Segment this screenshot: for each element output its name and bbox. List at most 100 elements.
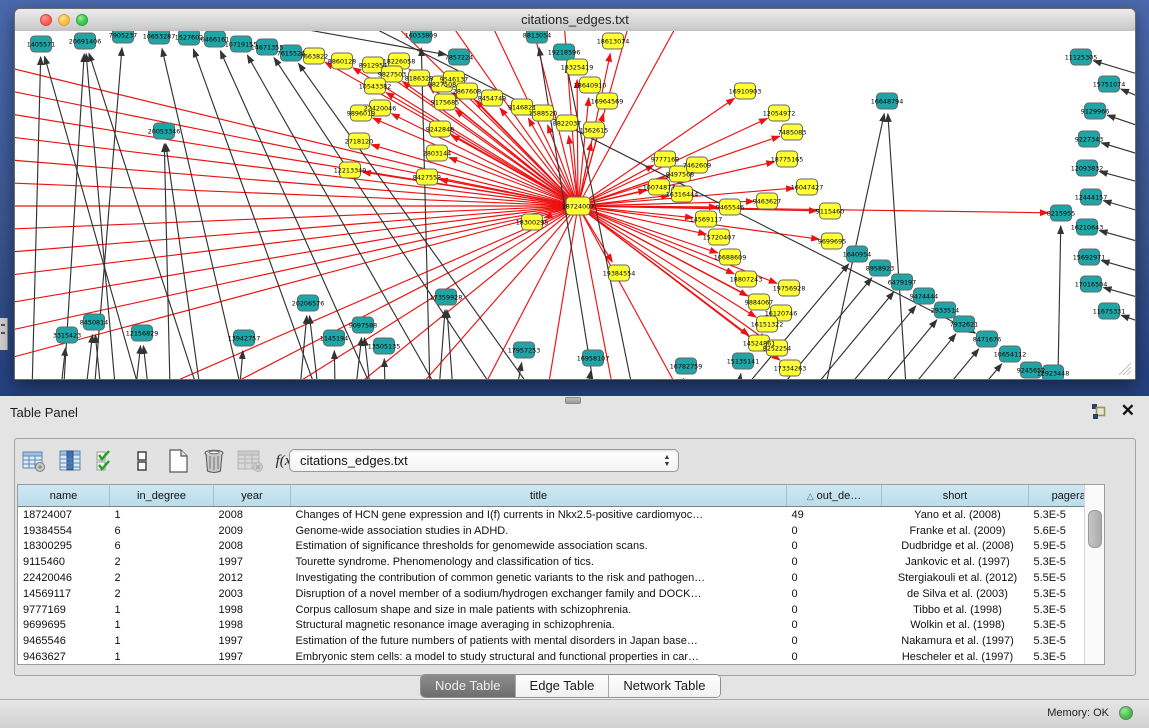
graph-node[interactable] <box>1079 131 1100 147</box>
table-row[interactable]: 1830029562008Estimation of significance … <box>18 539 1105 555</box>
column-header-out_de[interactable]: △out_de… <box>787 485 882 507</box>
new-document-icon[interactable] <box>163 447 193 475</box>
graph-node[interactable] <box>649 179 670 195</box>
graph-node[interactable] <box>597 93 618 109</box>
graph-node[interactable] <box>782 124 803 140</box>
table-row[interactable]: 1872400712008Changes of HCN gene express… <box>18 507 1105 523</box>
graph-node[interactable] <box>767 340 788 356</box>
graph-node[interactable] <box>567 59 588 75</box>
graph-node[interactable] <box>349 133 370 149</box>
column-header-in_degree[interactable]: in_degree <box>110 485 214 507</box>
graph-node[interactable] <box>709 229 730 245</box>
table-settings-icon[interactable] <box>19 447 49 475</box>
graph-node[interactable] <box>457 83 478 99</box>
graph-node[interactable] <box>449 49 470 65</box>
panel-divider-handle[interactable] <box>565 397 581 404</box>
table-row[interactable]: 911546021997Tourette syndrome. Phenomeno… <box>18 554 1105 570</box>
graph-node[interactable] <box>777 151 798 167</box>
column-header-year[interactable]: year <box>214 485 291 507</box>
table-vertical-scrollbar[interactable] <box>1084 485 1104 664</box>
close-panel-icon[interactable]: ✕ <box>1121 402 1135 420</box>
graph-node[interactable] <box>769 105 790 121</box>
network-graph-canvas[interactable]: 1872400714055712069140679052371065328715… <box>15 31 1135 379</box>
table-selector-dropdown[interactable]: citations_edges.txt ▲▼ <box>289 449 679 472</box>
graph-node[interactable] <box>780 360 801 376</box>
select-columns-icon[interactable] <box>55 447 85 475</box>
column-header-name[interactable]: name <box>18 485 110 507</box>
graph-node[interactable] <box>514 342 535 358</box>
trash-icon[interactable] <box>199 447 229 475</box>
graph-node[interactable] <box>1099 76 1120 92</box>
graph-node[interactable] <box>31 36 52 52</box>
graph-node[interactable] <box>672 186 693 202</box>
graph-node[interactable] <box>580 77 601 93</box>
graph-node[interactable] <box>75 33 96 49</box>
memory-ok-led-icon[interactable] <box>1119 706 1133 720</box>
graph-node[interactable] <box>84 314 105 330</box>
graph-node[interactable] <box>257 39 278 55</box>
graph-node[interactable] <box>847 246 868 262</box>
graph-node[interactable] <box>655 151 676 167</box>
graph-node[interactable] <box>720 249 741 265</box>
graph-node[interactable] <box>935 302 956 318</box>
graph-node[interactable] <box>696 211 717 227</box>
graph-node[interactable] <box>735 83 756 99</box>
graph-node[interactable] <box>1051 205 1072 221</box>
graph-node[interactable] <box>1099 303 1120 319</box>
graph-node[interactable] <box>603 33 624 49</box>
graph-node[interactable] <box>584 122 605 138</box>
graph-node[interactable] <box>609 265 630 281</box>
delete-table-icon[interactable] <box>235 447 265 475</box>
graph-node[interactable] <box>687 157 708 173</box>
graph-node[interactable] <box>340 162 361 178</box>
graph-node[interactable] <box>411 31 432 43</box>
graph-node[interactable] <box>1021 362 1042 378</box>
graph-node[interactable] <box>720 199 741 215</box>
graph-node[interactable] <box>435 94 456 110</box>
graph-node[interactable] <box>1085 103 1106 119</box>
graph-node[interactable] <box>430 121 451 137</box>
graph-node[interactable] <box>977 331 998 347</box>
graph-node[interactable] <box>436 289 457 305</box>
graph-node[interactable] <box>512 99 533 115</box>
graph-node[interactable] <box>132 325 153 341</box>
network-window-titlebar[interactable]: citations_edges.txt <box>15 9 1135 32</box>
graph-node[interactable] <box>797 179 818 195</box>
table-row[interactable]: 977716911998Corpus callosum shape and si… <box>18 602 1105 618</box>
graph-node[interactable] <box>583 350 604 366</box>
table-row[interactable]: 1456911722003Disruption of a novel membe… <box>18 586 1105 602</box>
table-row[interactable]: 1938455462009Genome-wide association stu… <box>18 523 1105 539</box>
graph-node[interactable] <box>482 90 503 106</box>
graph-node[interactable] <box>1079 249 1100 265</box>
graph-node[interactable] <box>57 327 78 343</box>
table-row[interactable]: 946362711997Embryonic stem cells: a mode… <box>18 649 1105 665</box>
graph-node[interactable] <box>363 57 384 73</box>
graph-node[interactable] <box>527 31 548 43</box>
graph-node[interactable] <box>557 115 578 131</box>
graph-node[interactable] <box>822 233 843 249</box>
graph-node[interactable] <box>1071 49 1092 65</box>
graph-node[interactable] <box>749 294 770 310</box>
graph-node[interactable] <box>234 330 255 346</box>
graph-node[interactable] <box>374 338 395 354</box>
table-row[interactable]: 969969511998Structural magnetic resonanc… <box>18 618 1105 634</box>
window-resize-grip-icon[interactable] <box>1116 360 1132 376</box>
graph-node[interactable] <box>566 197 590 215</box>
graph-node[interactable] <box>676 358 697 374</box>
rows-icon[interactable] <box>127 447 157 475</box>
graph-node[interactable] <box>533 105 554 121</box>
node-table[interactable]: namein_degreeyeartitle△out_de…shortpager… <box>17 484 1105 665</box>
graph-node[interactable] <box>179 31 200 45</box>
graph-node[interactable] <box>820 203 841 219</box>
graph-node[interactable] <box>877 93 898 109</box>
tab-edge-table[interactable]: Edge Table <box>516 675 610 697</box>
tab-node-table[interactable]: Node Table <box>421 675 516 697</box>
node-layer[interactable] <box>31 31 1120 379</box>
graph-node[interactable] <box>370 100 391 116</box>
graph-node[interactable] <box>113 31 134 43</box>
graph-node[interactable] <box>1043 365 1064 379</box>
graph-node[interactable] <box>757 193 778 209</box>
graph-node[interactable] <box>365 78 386 94</box>
graph-node[interactable] <box>205 31 226 47</box>
graph-node[interactable] <box>870 260 891 276</box>
